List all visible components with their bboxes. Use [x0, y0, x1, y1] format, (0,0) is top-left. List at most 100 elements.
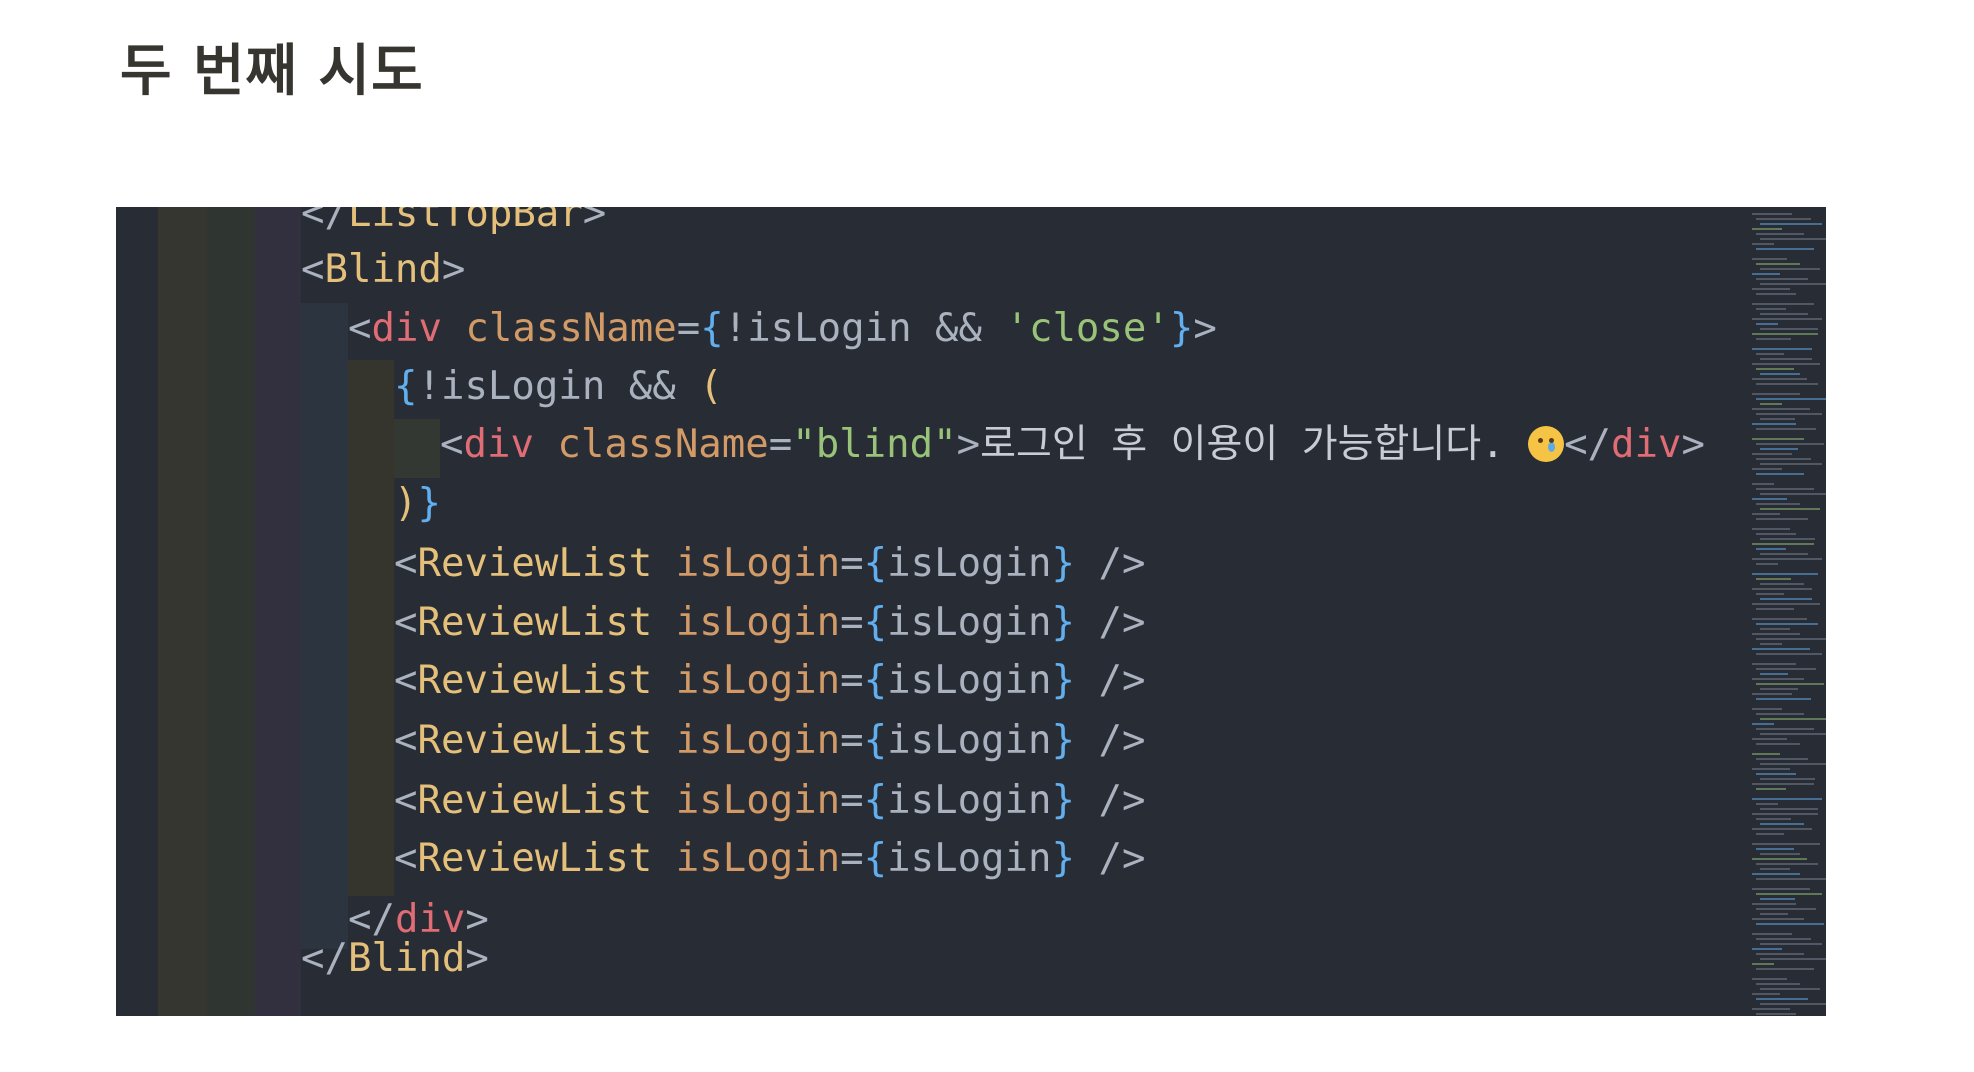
minimap-line	[1756, 803, 1778, 805]
minimap[interactable]	[1746, 207, 1826, 1016]
minimap-line	[1752, 963, 1774, 965]
minimap-line	[1760, 598, 1812, 600]
code-line: <div className={!isLogin && 'close'}>	[348, 306, 1217, 351]
minimap-line	[1760, 958, 1826, 960]
minimap-line	[1756, 578, 1791, 580]
minimap-line	[1752, 873, 1800, 875]
minimap-line	[1756, 863, 1818, 865]
minimap-line	[1760, 988, 1820, 990]
minimap-line	[1752, 753, 1780, 755]
minimap-line	[1752, 288, 1790, 290]
minimap-line	[1752, 648, 1810, 650]
code-line: <ReviewList isLogin={isLogin} />	[394, 836, 1146, 881]
minimap-line	[1760, 238, 1826, 240]
minimap-line	[1756, 653, 1822, 655]
minimap-line	[1756, 623, 1818, 625]
minimap-line	[1756, 458, 1811, 460]
minimap-line	[1756, 443, 1824, 445]
code-line: <ReviewList isLogin={isLogin} />	[394, 600, 1146, 645]
minimap-line	[1752, 1008, 1790, 1010]
minimap-line	[1756, 818, 1791, 820]
minimap-line	[1760, 778, 1815, 780]
minimap-line	[1752, 498, 1787, 500]
minimap-line	[1756, 593, 1784, 595]
minimap-line	[1752, 483, 1774, 485]
minimap-line	[1756, 1013, 1796, 1015]
minimap-line	[1756, 368, 1794, 370]
minimap-line	[1760, 463, 1822, 465]
minimap-line	[1756, 383, 1818, 385]
minimap-line	[1752, 903, 1796, 905]
minimap-line	[1760, 493, 1826, 495]
minimap-line	[1756, 233, 1804, 235]
minimap-line	[1752, 693, 1792, 695]
minimap-line	[1752, 723, 1774, 725]
minimap-line	[1752, 558, 1822, 560]
minimap-line	[1760, 763, 1826, 765]
minimap-line	[1756, 998, 1808, 1000]
minimap-line	[1760, 553, 1808, 555]
page-heading: 두 번째 시도	[120, 39, 424, 104]
minimap-line	[1752, 918, 1804, 920]
code-line: <div className="blind">로그인 후 이용이 가능합니다. …	[440, 422, 1705, 467]
code-line: )}	[394, 481, 441, 526]
code-line: </ListTopBar>	[301, 207, 607, 236]
minimap-line	[1752, 603, 1820, 605]
minimap-line	[1752, 528, 1790, 530]
minimap-line	[1760, 673, 1788, 675]
indent-guide	[255, 207, 301, 1016]
minimap-line	[1760, 583, 1804, 585]
minimap-line	[1756, 278, 1808, 280]
minimap-line	[1756, 608, 1794, 610]
minimap-line	[1760, 418, 1795, 420]
minimap-line	[1756, 263, 1800, 265]
minimap-line	[1756, 923, 1824, 925]
minimap-line	[1752, 543, 1814, 545]
code-editor-screenshot: </ListTopBar> <Blind> <div className={!i…	[116, 207, 1826, 1016]
minimap-line	[1752, 798, 1822, 800]
minimap-line	[1752, 843, 1820, 845]
minimap-line	[1752, 768, 1790, 770]
minimap-line	[1752, 993, 1780, 995]
minimap-line	[1756, 563, 1778, 565]
minimap-line	[1756, 518, 1808, 520]
minimap-line	[1752, 513, 1780, 515]
minimap-line	[1760, 868, 1790, 870]
minimap-line	[1760, 628, 1790, 630]
minimap-line	[1752, 573, 1818, 575]
code-line: <Blind>	[301, 247, 466, 292]
minimap-line	[1760, 733, 1826, 735]
minimap-line	[1756, 938, 1811, 940]
minimap-line	[1760, 403, 1782, 405]
minimap-line	[1752, 633, 1800, 635]
minimap-line	[1752, 408, 1810, 410]
minimap-line	[1752, 318, 1822, 320]
minimap-line	[1756, 968, 1814, 970]
minimap-line	[1756, 533, 1796, 535]
minimap-line	[1756, 398, 1826, 400]
minimap-line	[1752, 813, 1818, 815]
minimap-line	[1752, 243, 1774, 245]
code-area: </ListTopBar> <Blind> <div className={!i…	[301, 207, 1706, 1016]
minimap-line	[1756, 473, 1804, 475]
minimap-line	[1756, 848, 1794, 850]
minimap-line	[1760, 688, 1798, 690]
minimap-line	[1752, 273, 1780, 275]
minimap-line	[1756, 758, 1808, 760]
minimap-line	[1760, 643, 1782, 645]
minimap-line	[1760, 328, 1818, 330]
minimap-line	[1752, 663, 1796, 665]
minimap-line	[1752, 363, 1820, 365]
minimap-line	[1756, 908, 1816, 910]
minimap-line	[1756, 248, 1814, 250]
minimap-line	[1760, 718, 1826, 720]
minimap-line	[1756, 293, 1796, 295]
minimap-line	[1760, 373, 1800, 375]
minimap-line	[1752, 783, 1814, 785]
minimap-line	[1756, 743, 1800, 745]
minimap-line	[1760, 943, 1822, 945]
minimap-line	[1752, 678, 1804, 680]
minimap-line	[1760, 823, 1804, 825]
code-line: <ReviewList isLogin={isLogin} />	[394, 718, 1146, 763]
minimap-line	[1752, 708, 1782, 710]
